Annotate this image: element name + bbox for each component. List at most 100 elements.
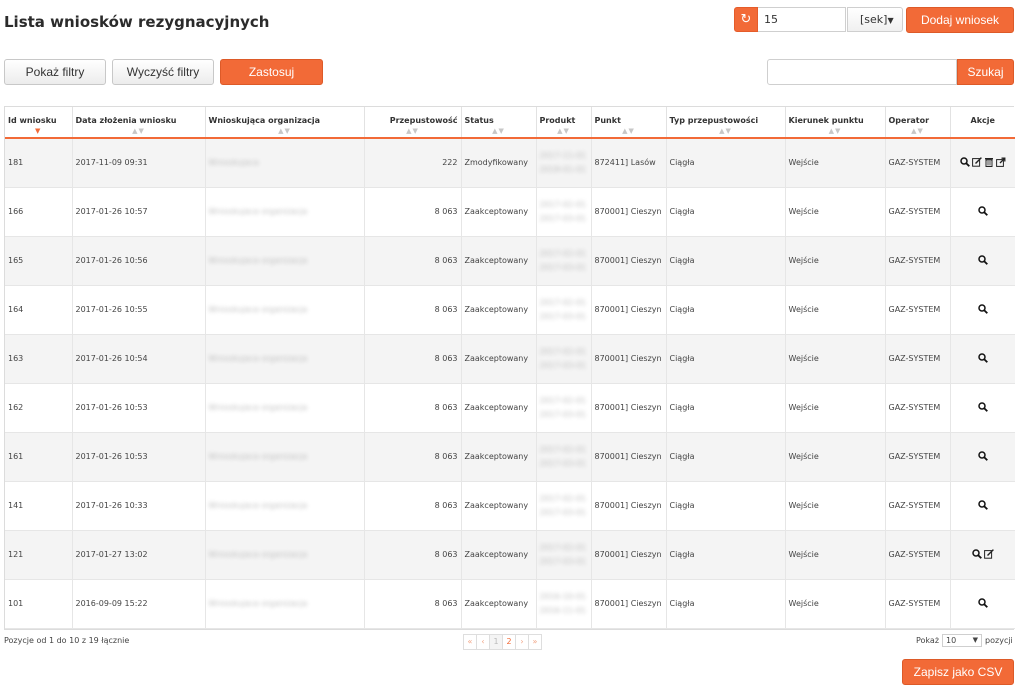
cell-point: 870001] Cieszyn [591, 383, 667, 433]
pagination-info: Pozycje od 1 do 10 z 19 łącznie [4, 636, 130, 645]
cell-status: Zaakceptowany [461, 432, 537, 482]
blurred-organization: Wnioskujaca organizacja [208, 599, 308, 608]
cell-organization: Wnioskujaca organizacja [205, 334, 365, 384]
cell-operator: GAZ-SYSTEM [885, 579, 951, 629]
cell-id: 101 [5, 579, 73, 629]
blurred-product-start: 2017-02-01 [539, 542, 587, 552]
cell-capacity: 8 063 [364, 383, 462, 433]
search-input[interactable] [767, 59, 957, 85]
export-icon[interactable] [995, 157, 1006, 168]
blurred-product-end: 2017-03-01 [539, 458, 587, 468]
cell-direction: Wejście [785, 138, 886, 188]
blurred-product-end: 2017-03-01 [539, 262, 587, 272]
cell-operator: GAZ-SYSTEM [885, 530, 951, 580]
blurred-organization: Wnioskujaca organizacja [208, 305, 308, 314]
column-header-capacity-type[interactable]: Typ przepustowości ▲▼ [666, 107, 786, 139]
page-size-select[interactable]: 10 ▼ [942, 634, 983, 647]
clear-filters-button[interactable]: Wyczyść filtry [112, 59, 214, 85]
cell-date: 2017-01-26 10:33 [72, 481, 206, 531]
table-row[interactable]: 141 2017-01-26 10:33 Wnioskujaca organizac… [5, 481, 1015, 531]
table-row[interactable]: 164 2017-01-26 10:55 Wnioskujaca organizac… [5, 285, 1015, 335]
page-size-control: Pokaż 10 ▼ pozycji [916, 634, 1013, 647]
column-header-capacity[interactable]: Przepustowość ▲▼ [364, 107, 462, 139]
table-row[interactable]: 165 2017-01-26 10:56 Wnioskujaca organizac… [5, 236, 1015, 286]
column-header-actions: Akcje [950, 107, 1015, 139]
cell-point: 870001] Cieszyn [591, 285, 667, 335]
search-icon[interactable] [978, 500, 988, 511]
sort-icon: ▲▼ [278, 127, 291, 135]
search-icon[interactable] [978, 598, 988, 609]
search-icon[interactable] [960, 157, 970, 168]
add-request-button[interactable]: Dodaj wniosek [906, 7, 1014, 33]
cell-operator: GAZ-SYSTEM [885, 432, 951, 482]
search-icon[interactable] [978, 353, 988, 364]
blurred-product-end: 2016-11-01 [539, 605, 587, 615]
cell-date: 2017-01-26 10:53 [72, 383, 206, 433]
pagination: « ‹ 1 2 › » [463, 634, 542, 650]
column-header-operator[interactable]: Operator ▲▼ [885, 107, 951, 139]
cell-capacity-type: Ciągła [666, 285, 786, 335]
cell-id: 181 [5, 138, 73, 188]
sort-icon: ▲▼ [719, 127, 732, 135]
cell-direction: Wejście [785, 481, 886, 531]
column-header-organization[interactable]: Wnioskująca organizacja ▲▼ [205, 107, 365, 139]
search-icon[interactable] [978, 304, 988, 315]
page-button-2[interactable]: 2 [502, 634, 516, 650]
first-page-button[interactable]: « [463, 634, 477, 650]
refresh-interval-input[interactable]: 15 [758, 7, 846, 32]
blurred-organization: Wnioskujaca organizacja [208, 403, 308, 412]
table-row[interactable]: 101 2016-09-09 15:22 Wnioskujaca organizac… [5, 579, 1015, 629]
table-row[interactable]: 163 2017-01-26 10:54 Wnioskujaca organizac… [5, 334, 1015, 384]
search-icon[interactable] [978, 402, 988, 413]
search-icon[interactable] [972, 549, 982, 560]
table-row[interactable]: 181 2017-11-09 09:31 Wnioskujaca 222 Zmodyfi… [5, 138, 1015, 188]
prev-page-button[interactable]: ‹ [476, 634, 490, 650]
blurred-product-end: 2018-01-01 [539, 164, 587, 174]
blurred-organization: Wnioskujaca organizacja [208, 501, 308, 510]
cell-operator: GAZ-SYSTEM [885, 383, 951, 433]
cell-capacity: 8 063 [364, 236, 462, 286]
trash-icon[interactable] [984, 157, 994, 168]
interval-unit-select[interactable]: [sek]▼ [847, 7, 903, 32]
page-title: Lista wniosków rezygnacyjnych [4, 13, 270, 31]
blurred-product-end: 2017-03-01 [539, 213, 587, 223]
blurred-organization: Wnioskujaca organizacja [208, 256, 308, 265]
search-icon[interactable] [978, 255, 988, 266]
requests-table: Id wniosku ▼ Data złożenia wniosku ▲▼ Wnio… [4, 106, 1015, 630]
edit-icon[interactable] [983, 549, 994, 560]
next-page-button[interactable]: › [515, 634, 529, 650]
cell-direction: Wejście [785, 530, 886, 580]
table-row[interactable]: 166 2017-01-26 10:57 Wnioskujaca organizac… [5, 187, 1015, 237]
cell-product: 2017-02-01 2017-03-01 [536, 236, 592, 286]
table-row[interactable]: 161 2017-01-26 10:53 Wnioskujaca organizac… [5, 432, 1015, 482]
cell-operator: GAZ-SYSTEM [885, 236, 951, 286]
cell-organization: Wnioskujaca organizacja [205, 481, 365, 531]
cell-product: 2017-02-01 2017-03-01 [536, 285, 592, 335]
cell-point: 870001] Cieszyn [591, 579, 667, 629]
table-row[interactable]: 162 2017-01-26 10:53 Wnioskujaca organizac… [5, 383, 1015, 433]
cell-actions [950, 432, 1015, 482]
refresh-button[interactable]: ↻ [734, 7, 758, 32]
cell-status: Zaakceptowany [461, 481, 537, 531]
column-header-product[interactable]: Produkt ▲▼ [536, 107, 592, 139]
search-icon[interactable] [978, 451, 988, 462]
edit-icon[interactable] [971, 157, 982, 168]
cell-capacity: 8 063 [364, 432, 462, 482]
apply-filters-button[interactable]: Zastosuj [220, 59, 323, 85]
column-header-direction[interactable]: Kierunek punktu ▲▼ [785, 107, 886, 139]
search-button[interactable]: Szukaj [957, 59, 1014, 85]
save-csv-button[interactable]: Zapisz jako CSV [902, 659, 1014, 685]
column-header-status[interactable]: Status ▲▼ [461, 107, 537, 139]
cell-date: 2016-09-09 15:22 [72, 579, 206, 629]
column-header-point[interactable]: Punkt ▲▼ [591, 107, 667, 139]
column-header-id[interactable]: Id wniosku ▼ [5, 107, 73, 139]
search-icon[interactable] [978, 206, 988, 217]
cell-product: 2017-02-01 2017-03-01 [536, 187, 592, 237]
last-page-button[interactable]: » [528, 634, 542, 650]
cell-product: 2017-02-01 2017-03-01 [536, 481, 592, 531]
column-header-date[interactable]: Data złożenia wniosku ▲▼ [72, 107, 206, 139]
show-filters-button[interactable]: Pokaż filtry [4, 59, 106, 85]
cell-organization: Wnioskujaca organizacja [205, 432, 365, 482]
page-button-1[interactable]: 1 [489, 634, 503, 650]
table-row[interactable]: 121 2017-01-27 13:02 Wnioskujaca organizac… [5, 530, 1015, 580]
